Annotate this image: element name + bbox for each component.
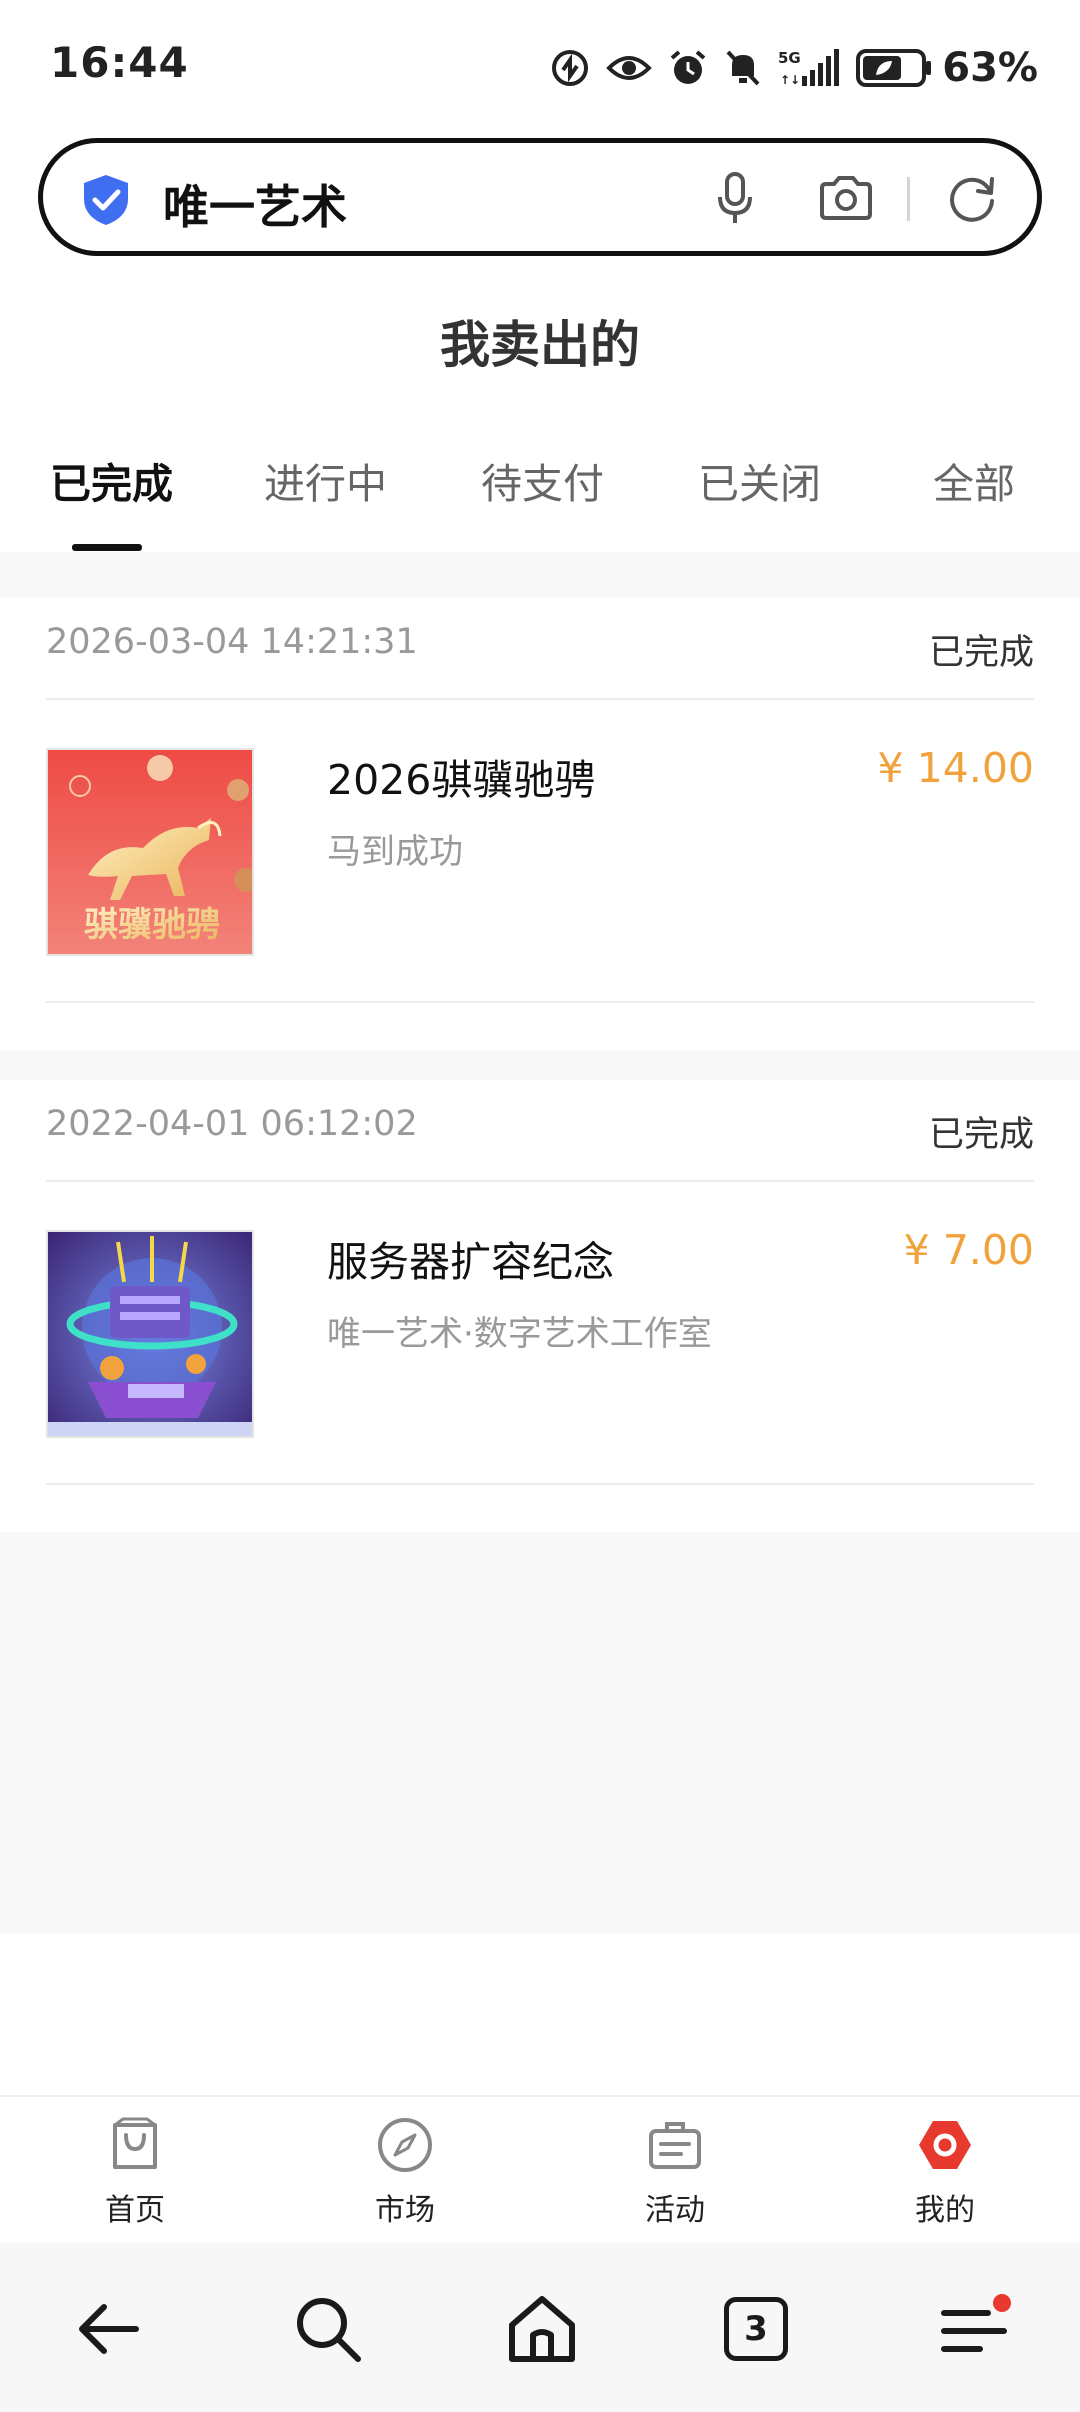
order-item-name: 2026骐骥驰骋: [327, 756, 596, 804]
server-artwork: [48, 1232, 252, 1436]
nav-label: 活动: [645, 2193, 705, 2228]
order-card[interactable]: 2026-03-04 14:21:31 已完成 骐骥驰骋 2026骐骥驰骋 马到…: [0, 598, 1080, 1050]
order-status: 已完成: [928, 633, 1034, 673]
menu-icon: [941, 2294, 1011, 2352]
order-tabs: 已完成 进行中 待支付 已关闭 全部: [0, 450, 1080, 551]
battery-icon: [856, 49, 932, 87]
order-item-name: 服务器扩容纪念: [327, 1238, 614, 1286]
tab-count: 3: [724, 2297, 788, 2361]
profile-hexagon-icon: [919, 2121, 971, 2169]
mute-icon: [726, 50, 760, 86]
order-price: ¥ 7.00: [903, 1226, 1034, 1274]
alarm-icon: [670, 50, 706, 84]
nav-mine[interactable]: 我的: [875, 2097, 1015, 2245]
battery-percent: 63%: [942, 45, 1038, 91]
bottom-nav: 首页 市场 活动 我的: [0, 2095, 1080, 2243]
order-card[interactable]: 2022-04-01 06:12:02 已完成 服务器扩容纪念 唯一艺术·数字艺…: [0, 1080, 1080, 1532]
order-item-subtitle: 唯一艺术·数字艺术工作室: [327, 1314, 712, 1354]
svg-text:↑↓: ↑↓: [780, 73, 800, 87]
order-status: 已完成: [928, 1115, 1034, 1155]
shopping-bag-icon: [113, 2117, 157, 2169]
data-saver-icon: [552, 50, 589, 86]
page-title: 我卖出的: [440, 316, 640, 374]
svg-text:5G: 5G: [778, 49, 801, 67]
search-input[interactable]: 唯一艺术: [163, 171, 347, 237]
list-footer-space: [0, 1936, 1080, 2096]
nav-home[interactable]: 首页: [65, 2097, 205, 2245]
golden-horse-artwork: 骐骥驰骋: [48, 750, 252, 954]
nav-label: 市场: [375, 2193, 435, 2228]
status-icons: 5G ↑↓ 63%: [550, 40, 1038, 96]
nav-label: 我的: [915, 2193, 975, 2228]
tab-completed[interactable]: 已完成: [50, 450, 173, 510]
search-bar[interactable]: 唯一艺术: [38, 138, 1042, 256]
shield-check-icon: [84, 175, 128, 225]
nav-label: 首页: [105, 2193, 165, 2228]
browser-toolbar: 3: [0, 2243, 1080, 2412]
order-date: 2026-03-04 14:21:31: [46, 622, 418, 662]
divider: [46, 1483, 1034, 1485]
menu-button[interactable]: [934, 2289, 1014, 2369]
order-price: ¥ 14.00: [877, 744, 1035, 792]
order-thumbnail[interactable]: 骐骥驰骋: [46, 748, 254, 956]
order-date: 2022-04-01 06:12:02: [46, 1104, 418, 1144]
mic-icon[interactable]: [715, 171, 755, 227]
eye-icon: [606, 56, 653, 80]
divider: [46, 1001, 1034, 1003]
search-icon[interactable]: [288, 2289, 368, 2369]
nav-activity[interactable]: 活动: [605, 2097, 745, 2245]
signal-icon: 5G ↑↓: [778, 49, 840, 87]
tab-in-progress[interactable]: 进行中: [264, 450, 387, 510]
tab-all[interactable]: 全部: [933, 450, 1015, 510]
back-arrow-icon[interactable]: [70, 2289, 150, 2369]
nav-market[interactable]: 市场: [335, 2097, 475, 2245]
divider: [46, 1180, 1034, 1182]
order-list: 2026-03-04 14:21:31 已完成 骐骥驰骋 2026骐骥驰骋 马到…: [0, 552, 1080, 2096]
divider: [46, 698, 1034, 700]
home-icon[interactable]: [502, 2289, 582, 2369]
order-item-subtitle: 马到成功: [327, 832, 463, 872]
tab-closed[interactable]: 已关闭: [698, 450, 821, 510]
order-thumbnail[interactable]: [46, 1230, 254, 1438]
search-divider: [907, 177, 910, 221]
tab-pending-payment[interactable]: 待支付: [481, 450, 604, 510]
status-bar: 16:44 5G ↑↓ 63%: [0, 0, 1080, 135]
briefcase-icon: [649, 2122, 701, 2169]
refresh-icon[interactable]: [946, 173, 998, 225]
camera-icon[interactable]: [818, 174, 874, 222]
tabs-button[interactable]: 3: [718, 2289, 798, 2369]
svg-text:骐骥驰骋: 骐骥驰骋: [84, 905, 220, 945]
status-time: 16:44: [50, 38, 189, 87]
tab-indicator: [72, 544, 142, 551]
compass-icon: [378, 2118, 432, 2172]
